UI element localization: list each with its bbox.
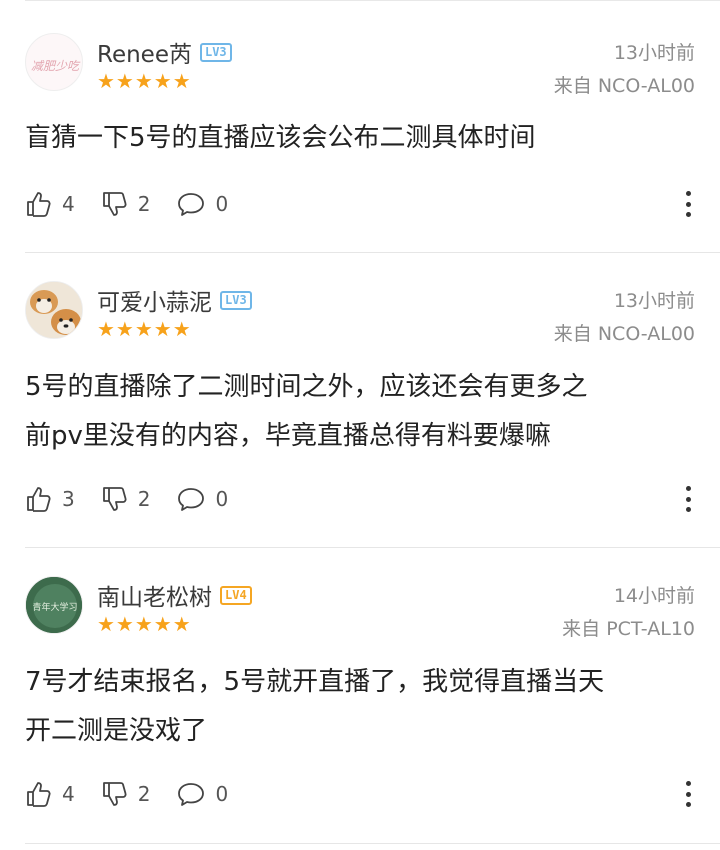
reply-button[interactable]: 0 bbox=[176, 485, 228, 513]
like-button[interactable]: 4 bbox=[25, 780, 75, 808]
rating-stars: ★★★★★ bbox=[97, 69, 192, 93]
avatar-image: 青年大学习 bbox=[26, 577, 82, 633]
comment-card: 减肥少吃 Renee芮 LV3 ★★★★★ 13小时前 来自 NCO-AL00 盲… bbox=[0, 0, 720, 252]
avatar[interactable]: 减肥少吃 bbox=[25, 33, 83, 91]
avatar[interactable] bbox=[25, 281, 83, 339]
dislike-count: 2 bbox=[137, 192, 151, 216]
avatar-image: 减肥少吃 bbox=[31, 59, 81, 73]
comment-line: 盲猜一下5号的直播应该会公布二测具体时间 bbox=[25, 123, 536, 153]
thumbs-up-icon bbox=[27, 782, 51, 807]
avatar[interactable]: 青年大学习 bbox=[25, 576, 83, 634]
comment-bubble-icon bbox=[178, 193, 205, 216]
level-badge: LV3 bbox=[220, 291, 252, 310]
thumbs-down-icon bbox=[102, 487, 127, 511]
username[interactable]: Renee芮 LV3 bbox=[97, 35, 232, 69]
username-text: Renee芮 bbox=[97, 42, 192, 68]
thumbs-up-icon bbox=[27, 192, 51, 217]
username[interactable]: 可爱小蒜泥 LV3 bbox=[97, 283, 252, 317]
like-count: 3 bbox=[62, 487, 75, 511]
timestamp: 13小时前 bbox=[613, 290, 695, 312]
level-badge: LV4 bbox=[220, 586, 252, 605]
action-bar: 4 2 0 bbox=[25, 779, 254, 809]
comment-card: 可爱小蒜泥 LV3 ★★★★★ 13小时前 来自 NCO-AL00 5号的直播除了… bbox=[0, 252, 720, 547]
svg-text:减肥少吃: 减肥少吃 bbox=[31, 59, 81, 73]
action-bar: 4 2 0 bbox=[25, 189, 254, 219]
like-count: 4 bbox=[62, 782, 75, 806]
shiba-dogs-avatar-icon bbox=[26, 282, 82, 338]
reply-button[interactable]: 0 bbox=[176, 780, 228, 808]
comment-text[interactable]: 盲猜一下5号的直播应该会公布二测具体时间 bbox=[25, 114, 705, 163]
comment-line: 开二测是没戏了 bbox=[25, 716, 208, 746]
more-options-icon[interactable] bbox=[686, 486, 692, 512]
rating-stars: ★★★★★ bbox=[97, 317, 192, 341]
more-options-icon[interactable] bbox=[686, 191, 692, 217]
thumbs-down-icon bbox=[102, 192, 127, 216]
dislike-button[interactable]: 2 bbox=[101, 780, 151, 808]
comment-card: 青年大学习 南山老松树 LV4 ★★★★★ 14小时前 来自 PCT-AL10 7… bbox=[0, 547, 720, 847]
comment-line: 前pv里没有的内容，毕竟直播总得有料要爆嘛 bbox=[25, 421, 551, 451]
device-label: 来自 PCT-AL10 bbox=[562, 618, 695, 640]
dislike-count: 2 bbox=[137, 782, 151, 806]
reply-count: 0 bbox=[215, 782, 229, 806]
comment-bubble-icon bbox=[178, 783, 205, 806]
more-options-icon[interactable] bbox=[686, 781, 692, 807]
username-text: 南山老松树 bbox=[97, 585, 212, 611]
reply-count: 0 bbox=[215, 192, 229, 216]
comment-text[interactable]: 5号的直播除了二测时间之外，应该还会有更多之 前pv里没有的内容，毕竟直播总得有… bbox=[25, 363, 705, 461]
thumbs-down-icon bbox=[102, 782, 127, 806]
rating-stars: ★★★★★ bbox=[97, 612, 192, 636]
username-text: 可爱小蒜泥 bbox=[97, 290, 212, 316]
device-label: 来自 NCO-AL00 bbox=[553, 323, 695, 345]
reply-count: 0 bbox=[215, 487, 229, 511]
dislike-count: 2 bbox=[137, 487, 151, 511]
username[interactable]: 南山老松树 LV4 bbox=[97, 578, 252, 612]
level-badge: LV3 bbox=[199, 43, 232, 62]
dislike-button[interactable]: 2 bbox=[101, 190, 151, 218]
like-button[interactable]: 4 bbox=[25, 190, 75, 218]
comment-bubble-icon bbox=[178, 488, 205, 511]
dislike-button[interactable]: 2 bbox=[101, 485, 151, 513]
reply-button[interactable]: 0 bbox=[176, 190, 228, 218]
like-button[interactable]: 3 bbox=[25, 485, 75, 513]
like-count: 4 bbox=[62, 192, 75, 216]
device-label: 来自 NCO-AL00 bbox=[553, 75, 695, 97]
comment-line: 7号才结束报名，5号就开直播了，我觉得直播当天 bbox=[25, 667, 605, 697]
comment-text[interactable]: 7号才结束报名，5号就开直播了，我觉得直播当天 开二测是没戏了 bbox=[25, 658, 705, 756]
svg-text:青年大学习: 青年大学习 bbox=[32, 601, 77, 613]
thumbs-up-icon bbox=[27, 487, 51, 512]
timestamp: 14小时前 bbox=[613, 585, 695, 607]
action-bar: 3 2 0 bbox=[25, 484, 254, 514]
timestamp: 13小时前 bbox=[613, 42, 695, 64]
divider bbox=[25, 843, 720, 844]
comment-line: 5号的直播除了二测时间之外，应该还会有更多之 bbox=[25, 372, 588, 402]
